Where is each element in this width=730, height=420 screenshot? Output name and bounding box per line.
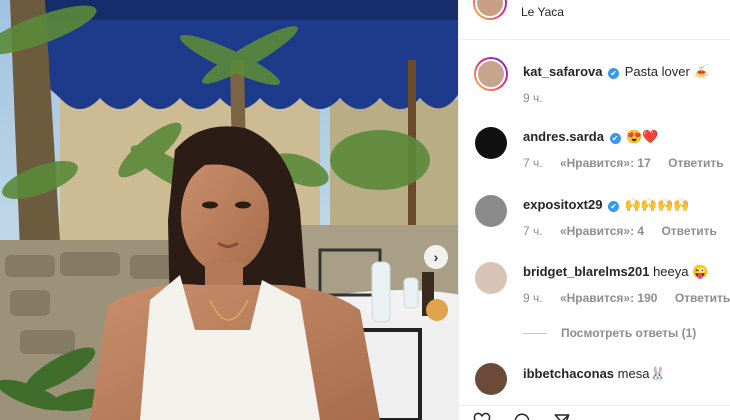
comment-line: andres.sarda ✔ 😍❤️ <box>523 128 723 145</box>
post-location[interactable]: Le Yaca <box>521 5 564 19</box>
comment-likes[interactable]: «Нравится»: 17 <box>560 156 651 170</box>
comment-username[interactable]: bridget_blarelms201 <box>523 264 649 279</box>
share-send-icon[interactable] <box>553 412 571 420</box>
caption-username[interactable]: kat_safarova <box>523 64 603 79</box>
caption-line: kat_safarova ✔ Pasta lover 🍝 <box>523 63 723 80</box>
comment-text: heeya 😜 <box>653 264 709 279</box>
comment-avatar[interactable] <box>475 363 507 395</box>
like-heart-icon[interactable] <box>473 412 491 420</box>
comment-likes[interactable]: «Нравится»: 190 <box>560 291 658 305</box>
post-photo: › <box>0 0 458 420</box>
comment-text: 🙌🙌🙌🙌 <box>624 197 690 212</box>
replies-divider <box>523 333 547 335</box>
reply-button[interactable]: Ответить <box>661 224 716 238</box>
comment-text: mesa🐰 <box>617 366 666 381</box>
verified-icon: ✔ <box>608 68 620 79</box>
post-photo-image <box>0 0 458 420</box>
comment-likes[interactable]: «Нравится»: 4 <box>560 224 644 238</box>
post-header: Le Yaca <box>459 0 730 40</box>
comment-bubble-icon[interactable] <box>513 412 531 420</box>
verified-icon: ✔ <box>609 133 621 144</box>
comment-time: 7 ч. <box>523 156 543 170</box>
comment-meta: 7 ч. «Нравится»: 17 Ответить <box>523 156 730 170</box>
comment-meta: 9 ч. «Нравится»: 190 Ответить <box>523 291 730 305</box>
verified-icon: ✔ <box>608 201 620 212</box>
comment-line: ibbetchaconas mesa🐰 <box>523 365 723 382</box>
carousel-next-button[interactable]: › <box>424 245 448 269</box>
caption-text: Pasta lover 🍝 <box>624 64 710 79</box>
comment-avatar[interactable] <box>475 127 507 159</box>
comment-text: 😍❤️ <box>626 129 659 144</box>
caption-meta: 9 ч. <box>523 91 557 105</box>
reply-button[interactable]: Ответить <box>668 156 723 170</box>
comments-panel: Le Yaca kat_safarova ✔ Pasta lover 🍝 9 ч… <box>458 0 730 420</box>
comment-time: 9 ч. <box>523 291 543 305</box>
comment-username[interactable]: andres.sarda <box>523 129 604 144</box>
view-replies-button[interactable]: Посмотреть ответы (1) <box>523 326 696 340</box>
post-author-avatar[interactable] <box>473 0 507 20</box>
caption-avatar[interactable] <box>474 57 508 91</box>
comment-meta: 7 ч. «Нравится»: 4 Ответить <box>523 224 730 238</box>
action-bar <box>459 405 730 420</box>
reply-button[interactable]: Ответить <box>675 291 730 305</box>
comment-line: expositoxt29 ✔ 🙌🙌🙌🙌 <box>523 196 723 213</box>
comment-username[interactable]: expositoxt29 <box>523 197 602 212</box>
comment-avatar[interactable] <box>475 195 507 227</box>
view-replies-label: Посмотреть ответы (1) <box>561 326 697 340</box>
comment-avatar[interactable] <box>475 262 507 294</box>
comment-time: 7 ч. <box>523 224 543 238</box>
comment-username[interactable]: ibbetchaconas <box>523 366 614 381</box>
comment-line: bridget_blarelms201 heeya 😜 <box>523 263 723 280</box>
caption-time: 9 ч. <box>523 91 543 105</box>
